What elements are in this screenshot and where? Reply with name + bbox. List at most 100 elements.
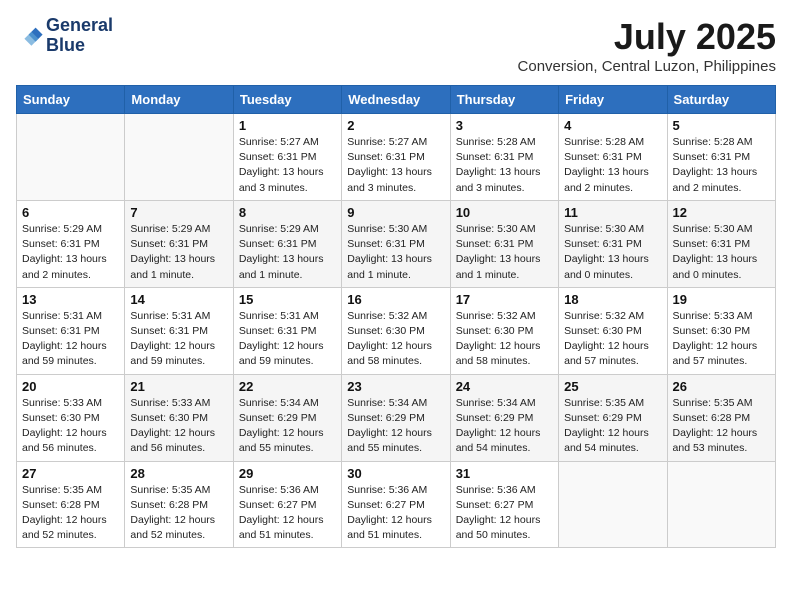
day-info: Sunrise: 5:30 AMSunset: 6:31 PMDaylight:… [347, 222, 444, 283]
day-number: 15 [239, 292, 336, 307]
day-number: 21 [130, 379, 227, 394]
logo-line2: Blue [46, 36, 113, 56]
table-row: 29 Sunrise: 5:36 AMSunset: 6:27 PMDayligh… [233, 461, 341, 548]
day-info: Sunrise: 5:36 AMSunset: 6:27 PMDaylight:… [239, 483, 336, 544]
table-row: 26 Sunrise: 5:35 AMSunset: 6:28 PMDayligh… [667, 374, 775, 461]
day-info: Sunrise: 5:34 AMSunset: 6:29 PMDaylight:… [239, 396, 336, 457]
table-row: 31 Sunrise: 5:36 AMSunset: 6:27 PMDayligh… [450, 461, 558, 548]
day-number: 16 [347, 292, 444, 307]
day-number: 29 [239, 466, 336, 481]
day-info: Sunrise: 5:29 AMSunset: 6:31 PMDaylight:… [239, 222, 336, 283]
table-row: 10 Sunrise: 5:30 AMSunset: 6:31 PMDayligh… [450, 200, 558, 287]
day-info: Sunrise: 5:27 AMSunset: 6:31 PMDaylight:… [239, 135, 336, 196]
table-row: 24 Sunrise: 5:34 AMSunset: 6:29 PMDayligh… [450, 374, 558, 461]
day-number: 7 [130, 205, 227, 220]
day-number: 10 [456, 205, 553, 220]
day-info: Sunrise: 5:30 AMSunset: 6:31 PMDaylight:… [673, 222, 770, 283]
title-section: July 2025 Conversion, Central Luzon, Phi… [518, 16, 776, 75]
day-number: 2 [347, 118, 444, 133]
table-row: 9 Sunrise: 5:30 AMSunset: 6:31 PMDaylight… [342, 200, 450, 287]
table-row [559, 461, 667, 548]
table-row: 11Sunrise: 5:30 AMSunset: 6:31 PMDayligh… [559, 200, 667, 287]
day-info: Sunrise: 5:33 AMSunset: 6:30 PMDaylight:… [130, 396, 227, 457]
table-row: 12 Sunrise: 5:30 AMSunset: 6:31 PMDayligh… [667, 200, 775, 287]
table-row: 21 Sunrise: 5:33 AMSunset: 6:30 PMDayligh… [125, 374, 233, 461]
day-info: Sunrise: 5:32 AMSunset: 6:30 PMDaylight:… [456, 309, 553, 370]
table-row: 14Sunrise: 5:31 AMSunset: 6:31 PMDayligh… [125, 287, 233, 374]
day-number: 12 [673, 205, 770, 220]
day-info: Sunrise: 5:35 AMSunset: 6:28 PMDaylight:… [130, 483, 227, 544]
day-info: Sunrise: 5:31 AMSunset: 6:31 PMDaylight:… [130, 309, 227, 370]
day-number: 26 [673, 379, 770, 394]
location: Conversion, Central Luzon, Philippines [518, 58, 776, 75]
table-row [17, 114, 125, 201]
day-info: Sunrise: 5:34 AMSunset: 6:29 PMDaylight:… [456, 396, 553, 457]
day-info: Sunrise: 5:32 AMSunset: 6:30 PMDaylight:… [564, 309, 661, 370]
table-row: 28 Sunrise: 5:35 AMSunset: 6:28 PMDayligh… [125, 461, 233, 548]
day-number: 27 [22, 466, 119, 481]
day-info: Sunrise: 5:35 AMSunset: 6:28 PMDaylight:… [22, 483, 119, 544]
col-wednesday: Wednesday [342, 86, 450, 114]
logo-line1: General [46, 16, 113, 36]
table-row: 8 Sunrise: 5:29 AMSunset: 6:31 PMDaylight… [233, 200, 341, 287]
day-number: 24 [456, 379, 553, 394]
col-tuesday: Tuesday [233, 86, 341, 114]
day-number: 31 [456, 466, 553, 481]
day-info: Sunrise: 5:31 AMSunset: 6:31 PMDaylight:… [239, 309, 336, 370]
day-info: Sunrise: 5:28 AMSunset: 6:31 PMDaylight:… [673, 135, 770, 196]
calendar-week-2: 6Sunrise: 5:29 AMSunset: 6:31 PMDaylight… [17, 200, 776, 287]
day-info: Sunrise: 5:27 AMSunset: 6:31 PMDaylight:… [347, 135, 444, 196]
table-row [125, 114, 233, 201]
day-number: 4 [564, 118, 661, 133]
table-row: 3 Sunrise: 5:28 AMSunset: 6:31 PMDaylight… [450, 114, 558, 201]
table-row: 20Sunrise: 5:33 AMSunset: 6:30 PMDayligh… [17, 374, 125, 461]
day-info: Sunrise: 5:28 AMSunset: 6:31 PMDaylight:… [564, 135, 661, 196]
calendar-week-1: 1 Sunrise: 5:27 AMSunset: 6:31 PMDaylight… [17, 114, 776, 201]
day-info: Sunrise: 5:35 AMSunset: 6:29 PMDaylight:… [564, 396, 661, 457]
day-number: 8 [239, 205, 336, 220]
day-info: Sunrise: 5:28 AMSunset: 6:31 PMDaylight:… [456, 135, 553, 196]
calendar-header-row: Sunday Monday Tuesday Wednesday Thursday… [17, 86, 776, 114]
table-row: 16Sunrise: 5:32 AMSunset: 6:30 PMDayligh… [342, 287, 450, 374]
day-info: Sunrise: 5:36 AMSunset: 6:27 PMDaylight:… [456, 483, 553, 544]
day-number: 30 [347, 466, 444, 481]
calendar-week-4: 20Sunrise: 5:33 AMSunset: 6:30 PMDayligh… [17, 374, 776, 461]
day-number: 19 [673, 292, 770, 307]
table-row: 1 Sunrise: 5:27 AMSunset: 6:31 PMDaylight… [233, 114, 341, 201]
day-number: 17 [456, 292, 553, 307]
day-info: Sunrise: 5:30 AMSunset: 6:31 PMDaylight:… [456, 222, 553, 283]
day-number: 23 [347, 379, 444, 394]
table-row: 19 Sunrise: 5:33 AMSunset: 6:30 PMDayligh… [667, 287, 775, 374]
day-number: 3 [456, 118, 553, 133]
table-row: 17 Sunrise: 5:32 AMSunset: 6:30 PMDayligh… [450, 287, 558, 374]
table-row: 27 Sunrise: 5:35 AMSunset: 6:28 PMDayligh… [17, 461, 125, 548]
table-row: 25 Sunrise: 5:35 AMSunset: 6:29 PMDayligh… [559, 374, 667, 461]
table-row: 7Sunrise: 5:29 AMSunset: 6:31 PMDaylight… [125, 200, 233, 287]
logo-icon [16, 22, 44, 50]
logo: General Blue [16, 16, 113, 56]
table-row: 23Sunrise: 5:34 AMSunset: 6:29 PMDayligh… [342, 374, 450, 461]
col-thursday: Thursday [450, 86, 558, 114]
table-row: 2 Sunrise: 5:27 AMSunset: 6:31 PMDaylight… [342, 114, 450, 201]
day-number: 18 [564, 292, 661, 307]
table-row: 4 Sunrise: 5:28 AMSunset: 6:31 PMDaylight… [559, 114, 667, 201]
day-info: Sunrise: 5:29 AMSunset: 6:31 PMDaylight:… [22, 222, 119, 283]
col-monday: Monday [125, 86, 233, 114]
day-number: 25 [564, 379, 661, 394]
logo-text: General Blue [46, 16, 113, 56]
day-number: 1 [239, 118, 336, 133]
day-info: Sunrise: 5:33 AMSunset: 6:30 PMDaylight:… [673, 309, 770, 370]
table-row: 18 Sunrise: 5:32 AMSunset: 6:30 PMDayligh… [559, 287, 667, 374]
day-number: 9 [347, 205, 444, 220]
col-saturday: Saturday [667, 86, 775, 114]
day-number: 13 [22, 292, 119, 307]
calendar-week-5: 27 Sunrise: 5:35 AMSunset: 6:28 PMDayligh… [17, 461, 776, 548]
day-info: Sunrise: 5:30 AMSunset: 6:31 PMDaylight:… [564, 222, 661, 283]
day-info: Sunrise: 5:31 AMSunset: 6:31 PMDaylight:… [22, 309, 119, 370]
table-row [667, 461, 775, 548]
calendar-week-3: 13 Sunrise: 5:31 AMSunset: 6:31 PMDayligh… [17, 287, 776, 374]
day-number: 28 [130, 466, 227, 481]
table-row: 13 Sunrise: 5:31 AMSunset: 6:31 PMDayligh… [17, 287, 125, 374]
day-info: Sunrise: 5:35 AMSunset: 6:28 PMDaylight:… [673, 396, 770, 457]
page-header: General Blue July 2025 Conversion, Centr… [16, 16, 776, 75]
